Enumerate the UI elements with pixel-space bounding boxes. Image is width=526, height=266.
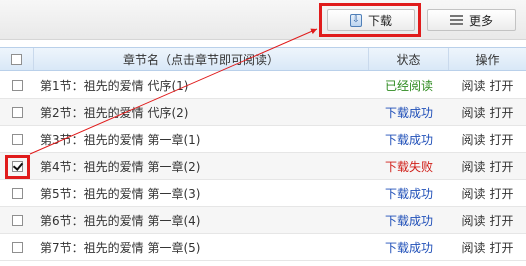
chapter-title-link[interactable]: 第2节：祖先的爱情 代序(2) (34, 99, 369, 125)
status-text: 下载成功 (384, 105, 433, 120)
open-link[interactable]: 打开 (490, 158, 514, 175)
table-row: 第2节：祖先的爱情 代序(2) 下载成功 阅读 打开 (0, 99, 526, 126)
row-actions: 阅读 打开 (449, 234, 526, 260)
row-actions: 阅读 打开 (449, 153, 526, 179)
row-checkbox[interactable] (11, 106, 23, 118)
chapter-title-link[interactable]: 第6节：祖先的爱情 第一章(4) (34, 207, 369, 233)
table-row: 第7节：祖先的爱情 第一章(5) 下载成功 阅读 打开 (0, 234, 526, 261)
row-checkbox[interactable] (11, 79, 23, 91)
status-text: 下载成功 (384, 240, 433, 255)
chapter-title-link[interactable]: 第7节：祖先的爱情 第一章(5) (34, 234, 369, 260)
header-chapter[interactable]: 章节名（点击章节即可阅读） (34, 48, 369, 70)
read-link[interactable]: 阅读 (461, 185, 485, 202)
more-button[interactable]: 更多 (427, 9, 516, 31)
row-checkbox[interactable] (11, 133, 23, 145)
list-icon (449, 15, 463, 25)
chapter-list: 第1节：祖先的爱情 代序(1) 已经阅读 阅读 打开 第2节：祖先的爱情 代序(2) 下载… (0, 72, 526, 261)
table-row: 第5节：祖先的爱情 第一章(3) 下载成功 阅读 打开 (0, 180, 526, 207)
open-link[interactable]: 打开 (490, 77, 514, 94)
chapter-title-link[interactable]: 第5节：祖先的爱情 第一章(3) (34, 180, 369, 206)
header-ops: 操作 (475, 52, 500, 67)
row-actions: 阅读 打开 (449, 72, 526, 98)
status-text: 下载成功 (384, 186, 433, 201)
read-link[interactable]: 阅读 (461, 77, 485, 94)
status-text: 下载成功 (384, 213, 433, 228)
row-checkbox[interactable] (11, 187, 23, 199)
row-check-cell (0, 99, 34, 125)
open-link[interactable]: 打开 (490, 239, 514, 256)
toolbar: ⇩ 下载 更多 (0, 0, 526, 40)
row-actions: 阅读 打开 (449, 180, 526, 206)
row-checkbox[interactable] (11, 160, 23, 172)
read-link[interactable]: 阅读 (461, 104, 485, 121)
row-checkbox[interactable] (11, 214, 23, 226)
read-link[interactable]: 阅读 (461, 131, 485, 148)
row-check-cell (0, 153, 34, 179)
download-highlight-box (319, 3, 421, 37)
status-text: 已经阅读 (384, 78, 433, 93)
row-check-cell (0, 72, 34, 98)
open-link[interactable]: 打开 (490, 185, 514, 202)
row-check-cell (0, 234, 34, 260)
row-check-cell (0, 126, 34, 152)
status-text: 下载成功 (384, 132, 433, 147)
row-checkbox[interactable] (11, 241, 23, 253)
open-link[interactable]: 打开 (490, 212, 514, 229)
table-row: 第3节：祖先的爱情 第一章(1) 下载成功 阅读 打开 (0, 126, 526, 153)
table-header: 章节名（点击章节即可阅读） 状态 操作 (0, 47, 526, 71)
more-label: 更多 (468, 13, 493, 28)
chapter-title-link[interactable]: 第4节：祖先的爱情 第一章(2) (34, 153, 369, 179)
status-text: 下载失败 (384, 159, 433, 174)
row-check-cell (0, 180, 34, 206)
chapter-title-link[interactable]: 第1节：祖先的爱情 代序(1) (34, 72, 369, 98)
table-row: 第6节：祖先的爱情 第一章(4) 下载成功 阅读 打开 (0, 207, 526, 234)
header-select-all-cell (0, 48, 34, 70)
header-status[interactable]: 状态 (369, 48, 449, 70)
read-link[interactable]: 阅读 (461, 158, 485, 175)
row-actions: 阅读 打开 (449, 207, 526, 233)
open-link[interactable]: 打开 (490, 104, 514, 121)
row-check-cell (0, 207, 34, 233)
read-link[interactable]: 阅读 (461, 212, 485, 229)
open-link[interactable]: 打开 (490, 131, 514, 148)
read-link[interactable]: 阅读 (461, 239, 485, 256)
row-actions: 阅读 打开 (449, 126, 526, 152)
table-row: 第4节：祖先的爱情 第一章(2) 下载失败 阅读 打开 (0, 153, 526, 180)
table-row: 第1节：祖先的爱情 代序(1) 已经阅读 阅读 打开 (0, 72, 526, 99)
row-actions: 阅读 打开 (449, 99, 526, 125)
chapter-title-link[interactable]: 第3节：祖先的爱情 第一章(1) (34, 126, 369, 152)
select-all-checkbox[interactable] (11, 53, 22, 65)
